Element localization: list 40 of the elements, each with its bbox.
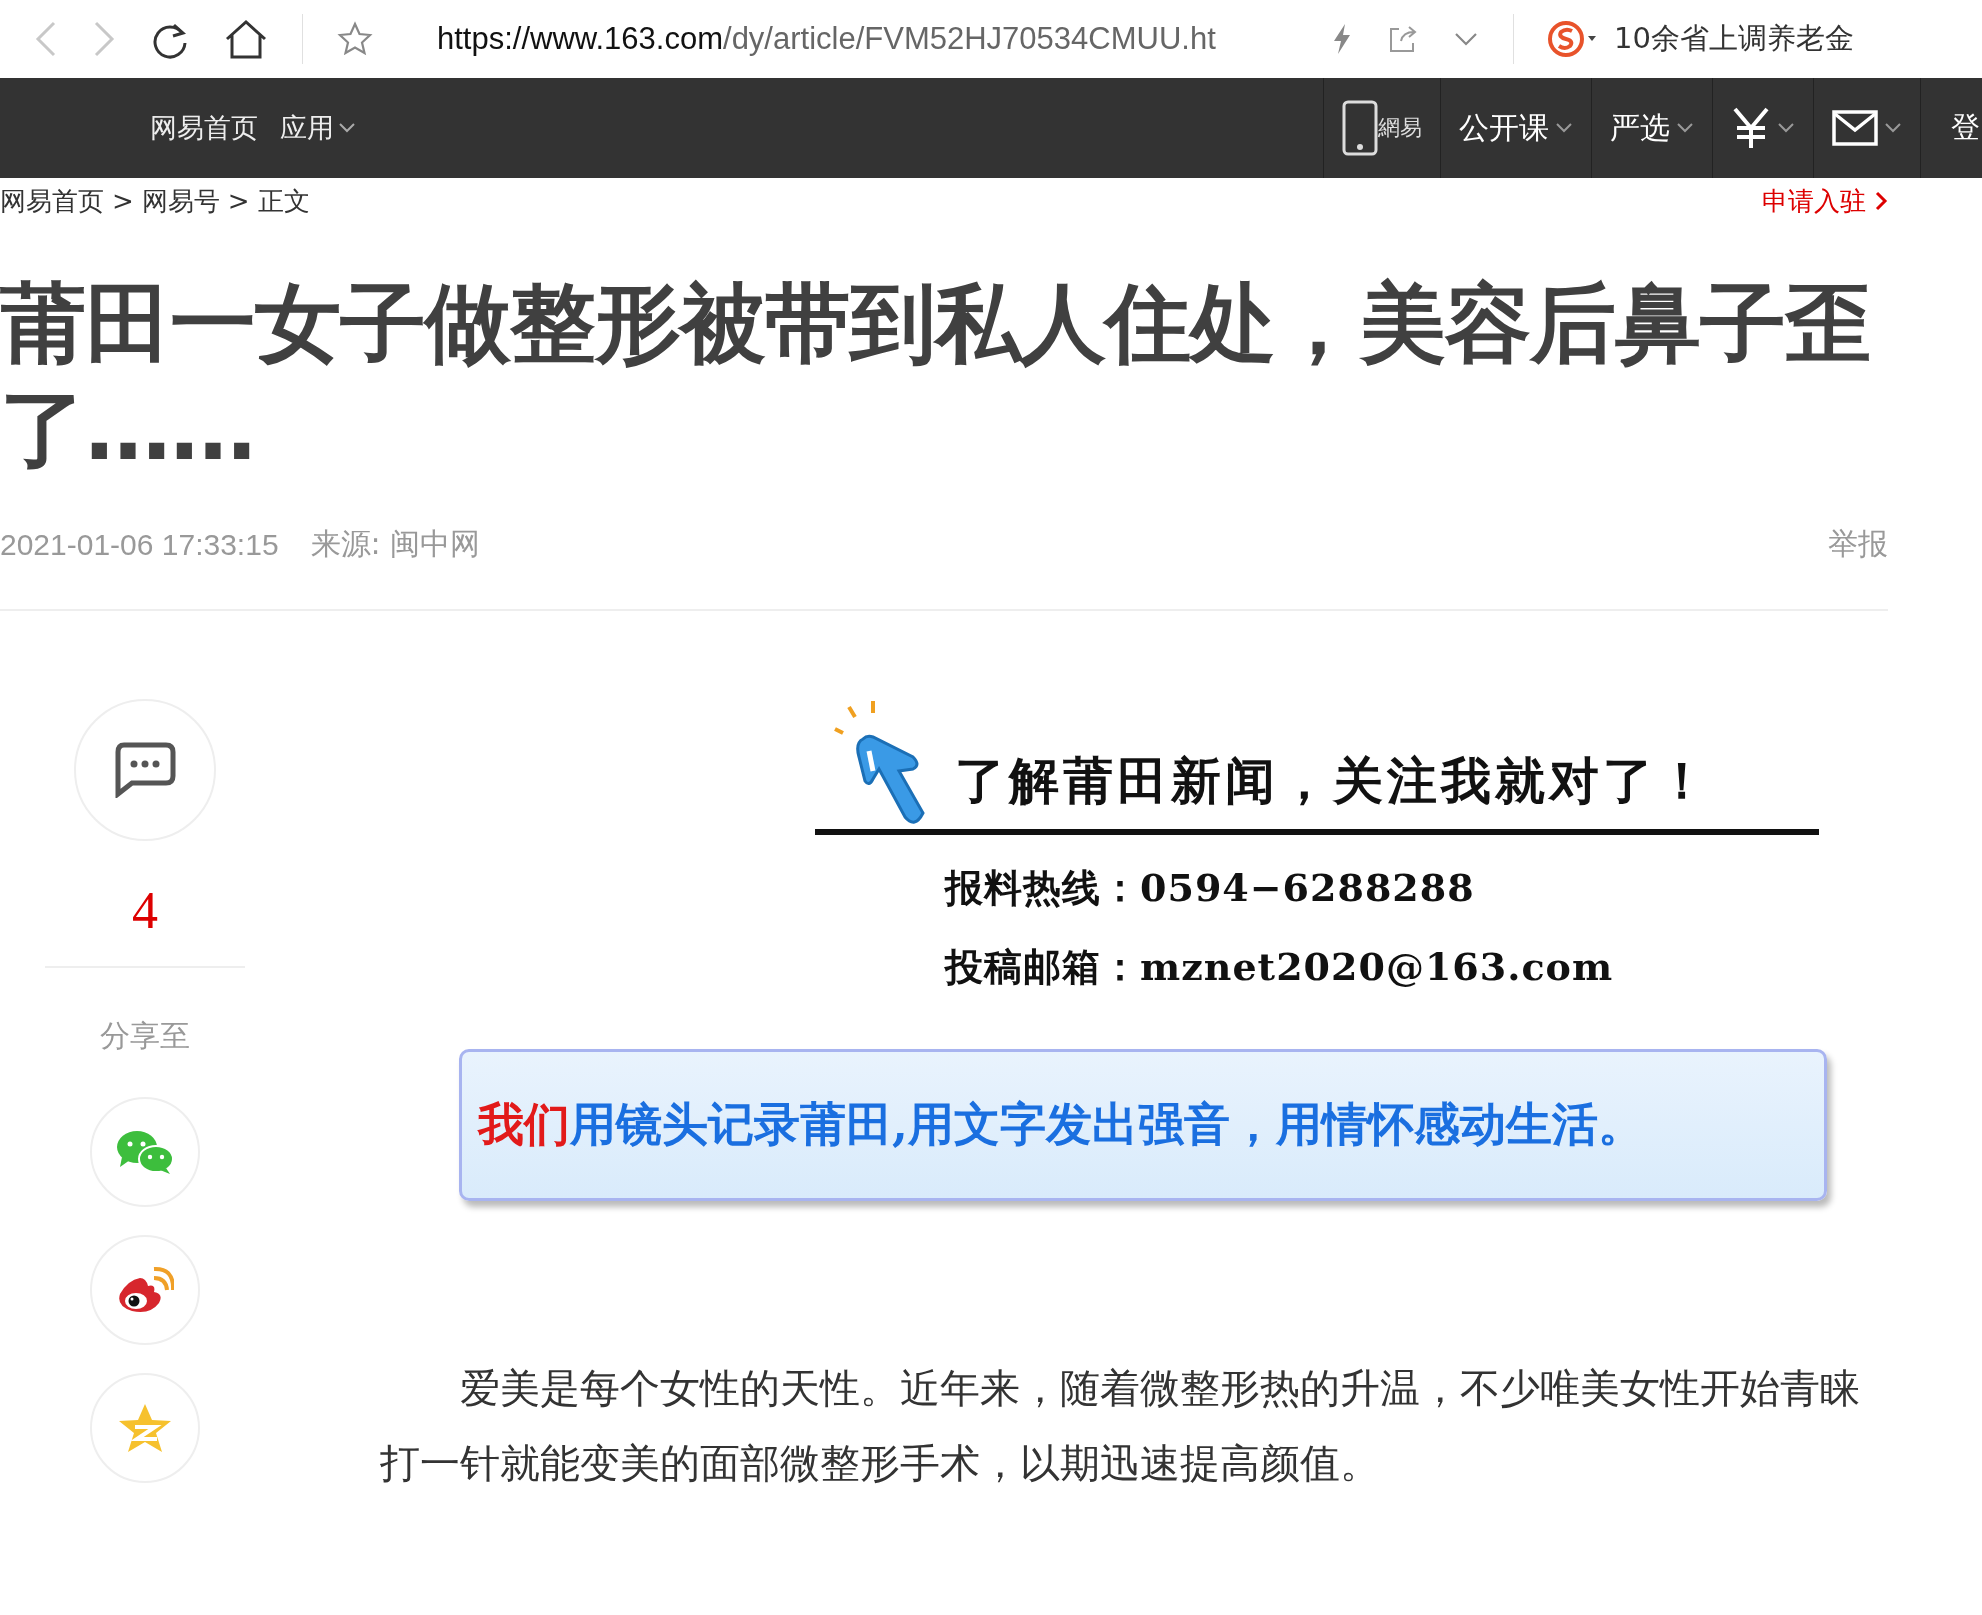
chevron-icon [1874,190,1888,212]
breadcrumb-separator: > [227,186,250,216]
share-button[interactable] [90,1097,200,1207]
article-source: 来源: 闽中网 [310,525,481,563]
share-button[interactable] [90,1235,200,1345]
article-paragraph: 爱美是每个女性的天性。近年来，随着微整形热的升温，不少唯美女性开始青睐打一针就能变美的面部微整形手术，以期迅速提高颜值。 [380,1364,1861,1488]
chevron-icon[interactable] [1453,31,1479,47]
nav-link[interactable]: 应用 [280,110,356,146]
breadcrumb-link[interactable]: 网易号 [141,183,220,219]
lightning-icon[interactable] [1331,23,1353,55]
publish-time: 2021-01-06 17:33:15 [0,527,279,562]
breadcrumb-separator: > [112,186,134,216]
nav-menu-item[interactable]: 網易 [1324,78,1441,178]
chat-bubbles-icon [116,1129,174,1175]
breadcrumb-link[interactable]: 网易首页 [0,183,104,219]
share-label: 分享至 [100,1017,190,1055]
phone-icon [1342,100,1378,156]
nav-menu-item[interactable]: 公开课 [1441,78,1592,178]
nav-link[interactable]: 登 [1951,108,1980,148]
address-field[interactable]: https://www.163.com/dy/article/FVM52HJ70534CMUU.ht [437,21,1297,57]
breadcrumb-link[interactable]: 正文 [257,183,310,219]
home-icon[interactable] [224,19,268,59]
comment-icon [114,742,176,798]
slogan-panel: 我们用镜头记录莆田,用文字发出强音，用情怀感动生活。 [459,1049,1827,1201]
banner-contact-line: 投稿邮箱：mznet2020@163.com [945,943,1615,991]
star-logo-icon [117,1402,173,1454]
nav-link[interactable]: 网易首页 [150,110,258,146]
nav-menu-item[interactable]: 严选 [1592,78,1713,178]
yen-icon [1731,106,1771,150]
banner-headline: 了解莆田新闻，关注我就对了！ [955,750,1711,812]
share-icon[interactable] [1387,23,1419,55]
mail-icon [1832,110,1878,146]
apply-link[interactable]: 申请入驻 [1762,183,1888,219]
search-engine-icon[interactable] [1548,19,1598,59]
comment-button[interactable] [74,699,216,841]
star-icon[interactable] [337,21,373,57]
eye-logo-icon [116,1266,174,1314]
search-suggestion[interactable]: 10余省上调养老金 [1614,19,1854,59]
comment-count[interactable]: 4 [132,881,158,940]
banner-contact-line: 报料热线：0594−6288288 [945,864,1476,912]
